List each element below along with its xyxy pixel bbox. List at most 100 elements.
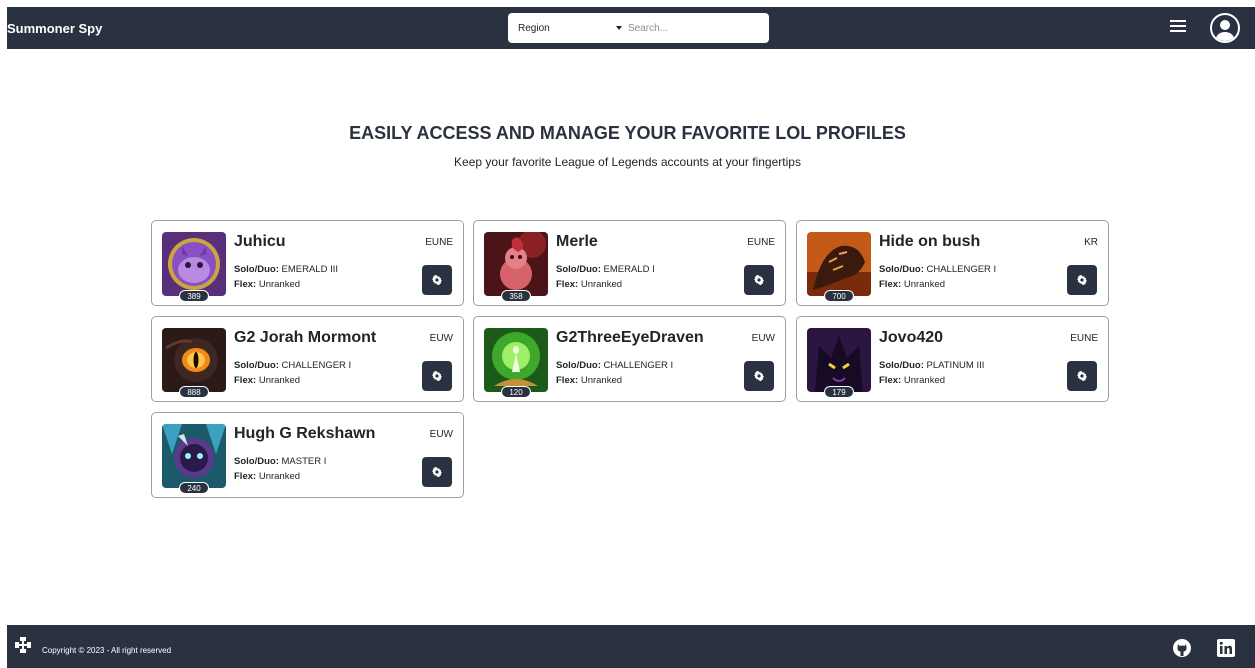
champion-icon [162,424,226,488]
champion-icon [807,328,871,392]
solo-duo-label: Solo/Duo: [879,264,924,275]
github-icon[interactable] [1172,638,1192,658]
solo-duo-rank: Solo/Duo: EMERALD III [234,264,338,275]
summoner-level-badge: 888 [179,386,209,398]
brand-logo-text[interactable]: Summoner Spy [7,21,102,36]
solo-duo-label: Solo/Duo: [556,264,601,275]
settings-button[interactable] [422,265,452,295]
search-input[interactable] [628,22,753,34]
solo-duo-label: Solo/Duo: [234,360,279,371]
flex-rank: Flex: Unranked [879,279,945,290]
solo-duo-rank: Solo/Duo: PLATINUM III [879,360,984,371]
top-navbar: Summoner Spy Region [7,7,1255,49]
region-tag: EUNE [747,237,775,248]
summoner-name[interactable]: Merle [556,233,598,251]
summoner-level-badge: 358 [501,290,531,302]
profile-card[interactable]: 240 Hugh G Rekshawn EUW Solo/Duo: MASTER I F… [151,412,464,498]
summoner-name[interactable]: Hide on bush [879,233,980,251]
page-subtitle: Keep your favorite League of Legends acc… [454,155,801,169]
solo-duo-label: Solo/Duo: [234,264,279,275]
solo-duo-value: EMERALD I [603,264,655,275]
linkedin-icon[interactable] [1216,638,1236,658]
flex-label: Flex: [234,279,257,290]
flex-value: Unranked [580,279,623,290]
summoner-name[interactable]: G2ThreeEyeDraven [556,329,704,347]
settings-button[interactable] [422,361,452,391]
settings-button[interactable] [1067,361,1097,391]
flex-value: Unranked [258,279,301,290]
champion-icon [484,232,548,296]
solo-duo-rank: Solo/Duo: CHALLENGER I [234,360,351,371]
gear-icon [432,465,442,480]
flex-label: Flex: [879,279,902,290]
summoner-level-badge: 120 [501,386,531,398]
flex-value: Unranked [903,375,946,386]
gear-icon [754,369,764,384]
solo-duo-rank: Solo/Duo: MASTER I [234,456,326,467]
settings-button[interactable] [744,265,774,295]
flex-rank: Flex: Unranked [234,471,300,482]
flex-label: Flex: [234,471,257,482]
solo-duo-value: PLATINUM III [926,360,985,371]
caret-down-icon [616,26,622,30]
solo-duo-value: CHALLENGER I [281,360,352,371]
summoner-level-badge: 389 [179,290,209,302]
champion-icon [162,232,226,296]
flex-rank: Flex: Unranked [556,375,622,386]
flex-label: Flex: [879,375,902,386]
summoner-name[interactable]: Jovo420 [879,329,943,347]
menu-icon[interactable] [1170,20,1186,34]
region-tag: KR [1084,237,1098,248]
search-bar: Region [508,13,769,43]
summoner-name[interactable]: G2 Jorah Mormont [234,329,376,347]
profile-card[interactable]: 389 Juhicu EUNE Solo/Duo: EMERALD III Flex: … [151,220,464,306]
solo-duo-value: CHALLENGER I [926,264,997,275]
solo-duo-rank: Solo/Duo: CHALLENGER I [879,264,996,275]
solo-duo-label: Solo/Duo: [556,360,601,371]
region-tag: EUNE [425,237,453,248]
region-tag: EUNE [1070,333,1098,344]
profile-card[interactable]: 700 Hide on bush KR Solo/Duo: CHALLENGER I F… [796,220,1109,306]
flex-rank: Flex: Unranked [879,375,945,386]
solo-duo-value: MASTER I [281,456,327,467]
solo-duo-value: EMERALD III [281,264,339,275]
summoner-level-badge: 179 [824,386,854,398]
copyright-text: Copyright © 2023 - All right reserved [42,646,172,655]
summoner-level-badge: 700 [824,290,854,302]
user-avatar-icon[interactable] [1210,13,1240,43]
flex-rank: Flex: Unranked [234,279,300,290]
region-tag: EUW [429,333,453,344]
region-select[interactable]: Region [508,13,628,43]
gear-icon [1077,369,1087,384]
settings-button[interactable] [1067,265,1097,295]
profile-card[interactable]: 888 G2 Jorah Mormont EUW Solo/Duo: CHALLENG… [151,316,464,402]
settings-button[interactable] [422,457,452,487]
puzzle-logo-icon [12,636,34,658]
region-tag: EUW [751,333,775,344]
gear-icon [432,369,442,384]
solo-duo-value: CHALLENGER I [603,360,674,371]
solo-duo-label: Solo/Duo: [234,456,279,467]
flex-label: Flex: [556,279,579,290]
flex-value: Unranked [580,375,623,386]
settings-button[interactable] [744,361,774,391]
flex-value: Unranked [258,471,301,482]
summoner-name[interactable]: Hugh G Rekshawn [234,425,375,443]
profile-card[interactable]: 120 G2ThreeEyeDraven EUW Solo/Duo: CHALLENG… [473,316,786,402]
gear-icon [1077,273,1087,288]
flex-value: Unranked [258,375,301,386]
profile-card[interactable]: 358 Merle EUNE Solo/Duo: EMERALD I Flex: Unr… [473,220,786,306]
flex-label: Flex: [234,375,257,386]
flex-label: Flex: [556,375,579,386]
solo-duo-label: Solo/Duo: [879,360,924,371]
flex-value: Unranked [903,279,946,290]
champion-icon [162,328,226,392]
champion-icon [807,232,871,296]
page-title: EASILY ACCESS AND MANAGE YOUR FAVORITE L… [349,123,906,143]
summoner-name[interactable]: Juhicu [234,233,286,251]
region-select-label: Region [518,22,550,34]
profile-card[interactable]: 179 Jovo420 EUNE Solo/Duo: PLATINUM III Flex… [796,316,1109,402]
summoner-level-badge: 240 [179,482,209,494]
champion-icon [484,328,548,392]
solo-duo-rank: Solo/Duo: EMERALD I [556,264,655,275]
